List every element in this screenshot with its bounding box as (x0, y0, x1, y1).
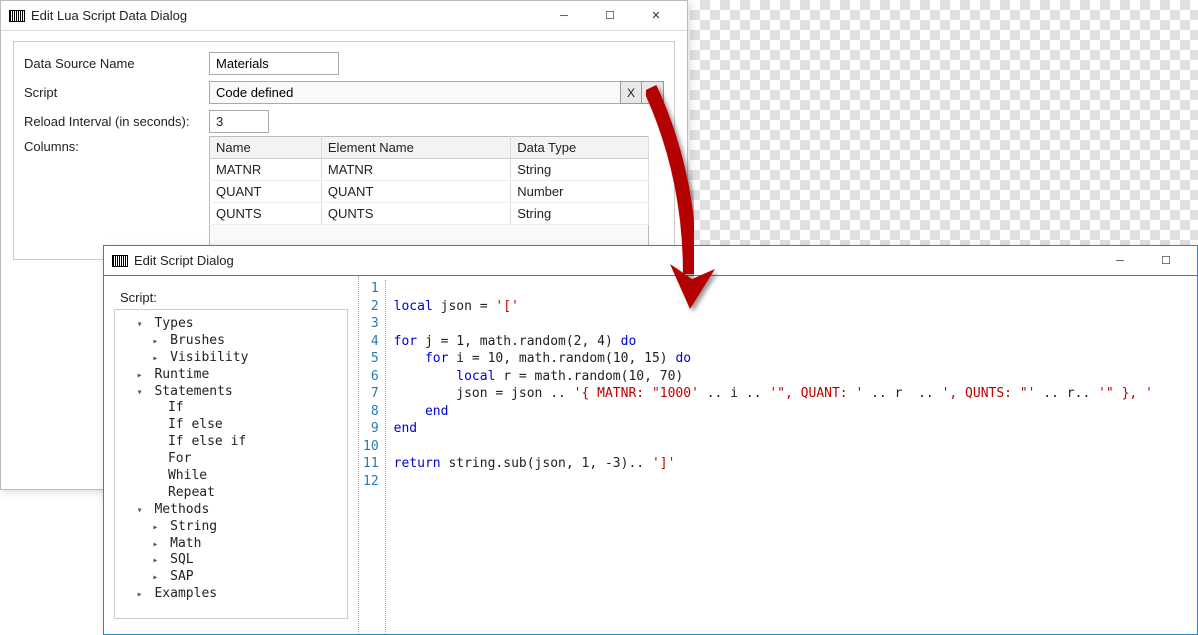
tree-node[interactable]: If (121, 400, 341, 417)
maximize-button[interactable]: ☐ (587, 1, 633, 31)
tree-node[interactable]: Visibility (121, 350, 341, 367)
expand-closed-icon[interactable] (137, 586, 147, 603)
col-header[interactable]: Name (210, 137, 322, 159)
tree-node[interactable]: Methods (121, 502, 341, 519)
clear-script-button[interactable]: X (620, 81, 642, 104)
table-cell[interactable]: MATNR (210, 159, 322, 181)
expand-closed-icon[interactable] (152, 536, 162, 553)
edit-script-dialog: Edit Script Dialog ─ ☐ Script: Types Bru… (103, 245, 1198, 635)
tree-node[interactable]: Statements (121, 384, 341, 401)
minimize-button[interactable]: ─ (541, 1, 587, 31)
table-cell[interactable]: MATNR (321, 159, 510, 181)
code-editor[interactable]: 123456789101112 local json = '[' for j =… (359, 276, 1197, 634)
expand-closed-icon[interactable] (152, 333, 162, 350)
tree-node[interactable]: String (121, 519, 341, 536)
line-gutter: 123456789101112 (359, 280, 386, 634)
tree-node[interactable]: If else (121, 417, 341, 434)
form-frame: Data Source Name Materials Script Code d… (13, 41, 675, 260)
tree-node[interactable]: If else if (121, 434, 341, 451)
tree-node[interactable]: SAP (121, 569, 341, 586)
expand-closed-icon[interactable] (137, 367, 147, 384)
edit-script-button[interactable]: C (642, 81, 664, 104)
tree-node[interactable]: While (121, 468, 341, 485)
app-icon (112, 255, 128, 267)
table-cell[interactable]: QUANT (321, 181, 510, 203)
table-row[interactable]: QUNTSQUNTSString (210, 203, 649, 225)
expand-closed-icon[interactable] (152, 350, 162, 367)
app-icon (9, 10, 25, 22)
tree-node[interactable]: Repeat (121, 485, 341, 502)
tree-node[interactable]: Brushes (121, 333, 341, 350)
script-label: Script: (114, 290, 348, 305)
expand-closed-icon[interactable] (152, 552, 162, 569)
script-tree[interactable]: Types Brushes Visibility Runtime Stateme… (114, 309, 348, 619)
close-button[interactable]: ✕ (633, 1, 679, 31)
tree-node[interactable]: Examples (121, 586, 341, 603)
tree-node[interactable]: Types (121, 316, 341, 333)
code-area[interactable]: local json = '[' for j = 1, math.random(… (386, 280, 1161, 634)
dsname-field[interactable]: Materials (209, 52, 339, 75)
expand-open-icon[interactable] (137, 316, 147, 333)
table-cell[interactable]: String (511, 203, 649, 225)
titlebar[interactable]: Edit Script Dialog ─ ☐ (104, 246, 1197, 276)
tree-node[interactable]: For (121, 451, 341, 468)
col-header[interactable]: Data Type (511, 137, 649, 159)
tree-node[interactable]: Math (121, 536, 341, 553)
script-field[interactable]: Code defined (209, 81, 620, 104)
expand-open-icon[interactable] (137, 502, 147, 519)
reload-label: Reload Interval (in seconds): (24, 114, 209, 129)
script-label: Script (24, 85, 209, 100)
table-cell[interactable]: String (511, 159, 649, 181)
expand-open-icon[interactable] (137, 384, 147, 401)
table-cell[interactable]: QUANT (210, 181, 322, 203)
checker-background (690, 0, 1198, 245)
window-title: Edit Lua Script Data Dialog (31, 8, 541, 23)
table-cell[interactable]: Number (511, 181, 649, 203)
maximize-button[interactable]: ☐ (1143, 246, 1189, 276)
tree-node[interactable]: Runtime (121, 367, 341, 384)
minimize-button[interactable]: ─ (1097, 246, 1143, 276)
expand-closed-icon[interactable] (152, 519, 162, 536)
tree-node[interactable]: SQL (121, 552, 341, 569)
columns-table[interactable]: Name Element Name Data Type MATNRMATNRSt… (209, 136, 649, 225)
reload-field[interactable]: 3 (209, 110, 269, 133)
col-header[interactable]: Element Name (321, 137, 510, 159)
dsname-label: Data Source Name (24, 56, 209, 71)
window-title: Edit Script Dialog (134, 253, 1097, 268)
titlebar[interactable]: Edit Lua Script Data Dialog ─ ☐ ✕ (1, 1, 687, 31)
columns-label: Columns: (24, 139, 209, 154)
table-row[interactable]: MATNRMATNRString (210, 159, 649, 181)
expand-closed-icon[interactable] (152, 569, 162, 586)
table-row[interactable]: QUANTQUANTNumber (210, 181, 649, 203)
table-cell[interactable]: QUNTS (210, 203, 322, 225)
table-cell[interactable]: QUNTS (321, 203, 510, 225)
